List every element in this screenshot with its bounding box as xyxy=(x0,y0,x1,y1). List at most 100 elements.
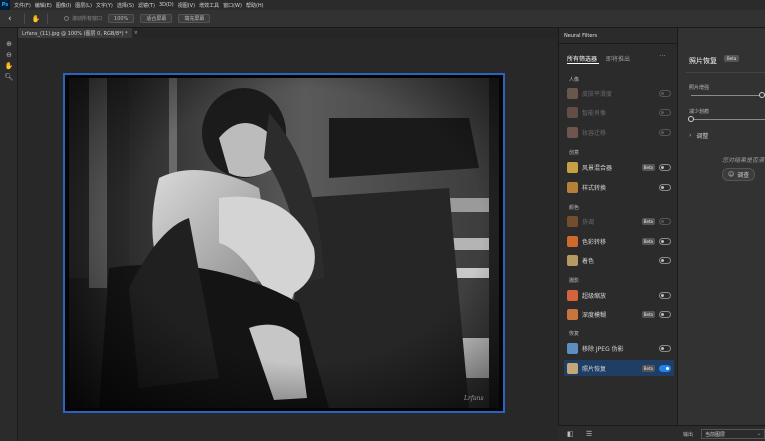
zoom-tool-icon[interactable]: 🔍︎ xyxy=(0,71,18,82)
photoshop-logo: Ps xyxy=(0,0,10,10)
checkbox-icon xyxy=(64,16,69,21)
hand-tool-icon[interactable]: ✋ xyxy=(0,60,18,71)
chevron-down-icon: ⌄ xyxy=(756,431,761,437)
survey-label: 调查 xyxy=(737,172,750,179)
filter-row-super-zoom[interactable]: 超级缩放 xyxy=(564,287,674,303)
fill-screen-button[interactable]: 填充屏幕 xyxy=(178,14,211,23)
menu-image[interactable]: 图像(I) xyxy=(56,2,71,9)
menu-3d[interactable]: 3D(D) xyxy=(159,2,174,8)
filter-row-jpeg-artifacts-removal[interactable]: 移除 JPEG 伪影 xyxy=(564,340,674,356)
filter-tabs: 所有筛选器 即将推出 ··· xyxy=(559,51,678,65)
menu-type[interactable]: 文字(Y) xyxy=(96,2,113,9)
options-bar: ‹ ✋ 滚动所有窗口 100% 适合屏幕 填充屏幕 xyxy=(0,10,765,28)
scroll-all-windows-checkbox[interactable]: 滚动所有窗口 xyxy=(64,15,102,22)
menu-view[interactable]: 视图(V) xyxy=(178,2,195,9)
filter-row-depth-blur[interactable]: 深度模糊 Beta xyxy=(564,306,674,322)
filter-name: 着色 xyxy=(582,257,595,265)
active-tab-underline xyxy=(567,63,599,64)
filter-thumbnail xyxy=(567,254,578,266)
neural-filters-title: Neural Filters xyxy=(564,33,598,39)
filter-toggle[interactable] xyxy=(659,237,671,245)
filter-toggle[interactable] xyxy=(659,128,671,136)
filter-name: 妆容迁移 xyxy=(582,129,607,137)
filter-toggle[interactable] xyxy=(659,364,671,372)
menu-select[interactable]: 选择(S) xyxy=(117,2,134,9)
filter-row-colorize[interactable]: 着色 xyxy=(564,252,674,268)
scratch-reduction-slider[interactable] xyxy=(691,119,765,120)
filter-row-skin-smoothing[interactable]: 皮肤平滑度 xyxy=(564,85,674,101)
zoom-in-icon[interactable]: ⊕ xyxy=(0,38,18,49)
filter-toggle[interactable] xyxy=(659,183,671,191)
preview-toggle-icon[interactable]: ◧ xyxy=(567,430,574,438)
filter-toggle[interactable] xyxy=(659,108,671,116)
category-portrait: 人像 xyxy=(569,77,580,83)
filter-thumbnail xyxy=(567,181,578,193)
filter-toggle[interactable] xyxy=(659,163,671,171)
photo-image: Lrfans xyxy=(69,78,499,408)
close-icon[interactable]: × xyxy=(134,30,138,36)
canvas-area[interactable]: Lrfans xyxy=(18,38,558,441)
filter-thumbnail xyxy=(567,342,578,354)
menu-help[interactable]: 帮助(H) xyxy=(246,2,264,9)
filter-thumbnail xyxy=(567,289,578,301)
filter-thumbnail xyxy=(567,126,578,138)
photo-selection-frame: Lrfans xyxy=(63,73,505,413)
chevron-right-icon: › xyxy=(689,132,692,139)
filter-toggle[interactable] xyxy=(659,344,671,352)
menu-filter[interactable]: 滤镜(T) xyxy=(138,2,155,9)
neural-filters-tab[interactable]: Neural Filters xyxy=(559,28,678,44)
filter-thumbnail xyxy=(567,161,578,173)
photo-signature: Lrfans xyxy=(463,395,484,402)
tools-panel: ⊕ ⊖ ✋ 🔍︎ xyxy=(0,28,18,441)
scroll-all-windows-label: 滚动所有窗口 xyxy=(72,16,103,22)
document-tab[interactable]: Lrfans_(11).jpg @ 100% (图层 0, RGB/8*) * … xyxy=(18,28,138,38)
feedback-question: 您对结果是否满 xyxy=(722,157,765,164)
document-tab-title: Lrfans_(11).jpg @ 100% (图层 0, RGB/8*) * xyxy=(22,30,128,37)
fit-screen-button[interactable]: 适合屏幕 xyxy=(140,14,173,23)
filter-toggle[interactable] xyxy=(659,217,671,225)
beta-badge: Beta xyxy=(641,364,655,372)
category-photography: 摄影 xyxy=(569,278,580,284)
filter-row-harmonization[interactable]: 协调 Beta xyxy=(564,213,674,229)
filter-row-color-transfer[interactable]: 色彩转移 Beta xyxy=(564,233,674,249)
neural-filters-panel: Neural Filters 所有筛选器 即将推出 ··· 人像 皮肤平滑度 智… xyxy=(558,28,678,441)
filter-toggle[interactable] xyxy=(659,291,671,299)
photo-enhancement-slider[interactable] xyxy=(691,95,765,96)
survey-icon: ☺ xyxy=(728,171,735,178)
filter-thumbnail xyxy=(567,235,578,247)
settings-title: 照片恢复 xyxy=(689,57,717,65)
scratch-reduction-label: 减少划痕 xyxy=(689,109,710,115)
filter-toggle[interactable] xyxy=(659,89,671,97)
output-dropdown[interactable]: 当前图层 ⌄ xyxy=(701,429,765,439)
survey-button[interactable]: ☺ 调查 xyxy=(722,168,756,181)
filter-row-landscape-mixer[interactable]: 风景混合器 Beta xyxy=(564,159,674,175)
tab-all-filters[interactable]: 所有筛选器 xyxy=(567,54,597,63)
filter-toggle[interactable] xyxy=(659,310,671,318)
filter-thumbnail xyxy=(567,362,578,374)
filter-name: 照片恢复 xyxy=(582,365,607,373)
document-tab-bar: Lrfans_(11).jpg @ 100% (图层 0, RGB/8*) * … xyxy=(18,28,558,38)
zoom-out-icon[interactable]: ⊖ xyxy=(0,49,18,60)
scratch-reduction-slider-handle[interactable] xyxy=(688,116,694,122)
filter-name: 皮肤平滑度 xyxy=(582,90,613,98)
filter-row-makeup-transfer[interactable]: 妆容迁移 xyxy=(564,124,674,140)
menu-layer[interactable]: 图层(L) xyxy=(75,2,92,9)
divider xyxy=(686,72,765,73)
menu-edit[interactable]: 编辑(E) xyxy=(35,2,52,9)
filter-toggle[interactable] xyxy=(659,256,671,264)
photo-enhancement-slider-handle[interactable] xyxy=(759,92,765,98)
zoom-100-button[interactable]: 100% xyxy=(108,14,135,23)
filter-row-style-transfer[interactable]: 样式转换 xyxy=(564,179,674,195)
back-arrow-icon[interactable]: ‹ xyxy=(8,14,18,24)
filter-row-smart-portrait[interactable]: 智能肖像 xyxy=(564,104,674,120)
hand-tool-icon[interactable]: ✋ xyxy=(31,14,41,24)
menu-window[interactable]: 窗口(W) xyxy=(223,2,242,9)
layers-icon[interactable]: ☰ xyxy=(586,430,592,438)
filter-row-photo-restoration[interactable]: 照片恢复 Beta xyxy=(564,360,674,376)
menu-plugins[interactable]: 增效工具 xyxy=(199,2,219,9)
more-options-icon[interactable]: ··· xyxy=(659,52,666,60)
filter-name: 协调 xyxy=(582,218,595,226)
adjustments-section[interactable]: › 调整 xyxy=(689,131,708,140)
tab-coming-soon[interactable]: 即将推出 xyxy=(606,54,630,63)
menu-file[interactable]: 文件(F) xyxy=(14,2,31,9)
